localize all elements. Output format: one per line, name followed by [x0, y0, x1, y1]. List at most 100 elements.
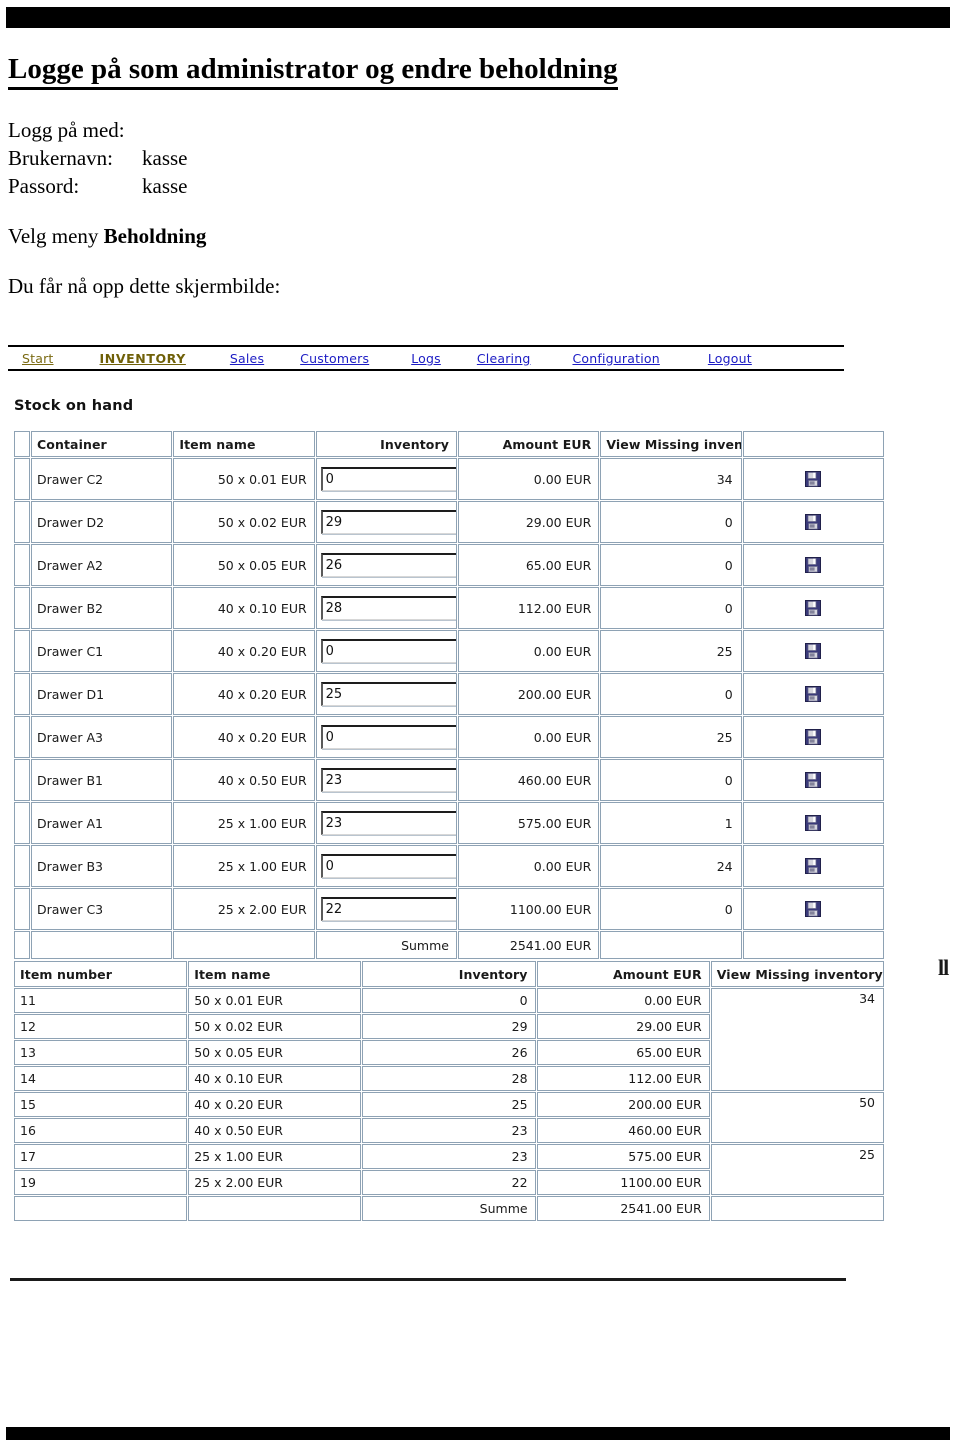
inventory-input[interactable] — [320, 682, 456, 706]
cell-item-number: 16 — [14, 1118, 188, 1143]
nav-link-clearing[interactable]: Clearing — [477, 351, 531, 366]
cell-container: Drawer D1 — [31, 673, 173, 715]
inventory-input[interactable] — [320, 854, 456, 878]
cell-inventory-input[interactable] — [315, 888, 457, 930]
cell-inventory-input[interactable] — [315, 673, 457, 715]
cell-item-name: 40 x 0.10 EUR — [173, 587, 315, 629]
cell-amount: 112.00 EUR — [536, 1066, 710, 1091]
inventory-input[interactable] — [320, 596, 456, 620]
cell-save-button[interactable] — [742, 845, 884, 887]
inventory-input[interactable] — [320, 897, 456, 921]
cell-inventory-input[interactable] — [315, 458, 457, 500]
cell-container: Drawer A3 — [31, 716, 173, 758]
cell-item-number: 13 — [14, 1040, 188, 1065]
cell-inventory-input[interactable] — [315, 630, 457, 672]
sum-amount: 2541.00 EUR — [536, 1196, 710, 1221]
summary-header-missing-inventory: View Missing inventory — [710, 961, 884, 987]
cell-item-number: 11 — [14, 988, 188, 1013]
row-lead-spacer — [14, 630, 30, 672]
cell-amount: 460.00 EUR — [536, 1118, 710, 1143]
cell-save-button[interactable] — [742, 888, 884, 930]
cell-inventory-input[interactable] — [315, 759, 457, 801]
row-lead-spacer — [14, 501, 30, 543]
inventory-input[interactable] — [320, 811, 456, 835]
cell-item-name: 40 x 0.20 EUR — [173, 716, 315, 758]
summary-table-sum-row: Summe 2541.00 EUR — [14, 1196, 884, 1221]
cell-inventory: 29 — [362, 1014, 536, 1039]
cell-item-number: 14 — [14, 1066, 188, 1091]
cell-save-button[interactable] — [742, 673, 884, 715]
row-lead-spacer — [14, 587, 30, 629]
inventory-input[interactable] — [320, 725, 456, 749]
menu-instruction-line: Velg meny Beholdning — [8, 222, 868, 250]
cell-item-name: 25 x 2.00 EUR — [188, 1170, 362, 1195]
summary-table-row: 15 40 x 0.20 EUR 25 200.00 EUR 50 — [14, 1092, 884, 1143]
sum-label: Summe — [315, 931, 457, 959]
cell-save-button[interactable] — [742, 458, 884, 500]
cell-inventory-input[interactable] — [315, 716, 457, 758]
cell-missing-inventory: 25 — [600, 630, 742, 672]
page-scan-bar-top — [6, 7, 950, 28]
page-scan-bar-bottom — [6, 1427, 950, 1440]
cell-inventory-input[interactable] — [315, 587, 457, 629]
stock-table-row: Drawer C140 x 0.20 EUR 0.00 EUR25 — [14, 630, 884, 672]
inventory-input[interactable] — [320, 639, 456, 663]
cell-inventory-input[interactable] — [315, 802, 457, 844]
cell-item-name: 25 x 1.00 EUR — [188, 1144, 362, 1169]
row-lead-spacer — [14, 544, 30, 586]
sum-blank-container — [31, 931, 173, 959]
cell-container: Drawer C1 — [31, 630, 173, 672]
cell-amount: 460.00 EUR — [457, 759, 600, 801]
nav-link-configuration[interactable]: Configuration — [572, 351, 659, 366]
stock-table-sum-row: Summe 2541.00 EUR — [14, 931, 884, 959]
cell-item-number: 19 — [14, 1170, 188, 1195]
menu-instruction-target: Beholdning — [103, 224, 207, 248]
cell-save-button[interactable] — [742, 544, 884, 586]
cell-item-name: 40 x 0.20 EUR — [173, 630, 315, 672]
nav-link-logout[interactable]: Logout — [708, 351, 752, 366]
cell-item-number: 12 — [14, 1014, 188, 1039]
cell-save-button[interactable] — [742, 802, 884, 844]
cell-inventory: 0 — [362, 988, 536, 1013]
cell-item-number: 15 — [14, 1092, 188, 1117]
cell-amount: 200.00 EUR — [457, 673, 600, 715]
summary-table-row: 17 25 x 1.00 EUR 23 575.00 EUR 25 — [14, 1144, 884, 1195]
stock-table-row: Drawer C325 x 2.00 EUR 1100.00 EUR0 — [14, 888, 884, 930]
summary-table-header-row: Item number Item name Inventory Amount E… — [14, 961, 884, 987]
inventory-input[interactable] — [320, 553, 456, 577]
cell-amount: 0.00 EUR — [457, 845, 600, 887]
cell-inventory-input[interactable] — [315, 845, 457, 887]
stock-header-spacer — [14, 431, 30, 457]
cell-item-name: 40 x 0.20 EUR — [188, 1092, 362, 1117]
cell-amount: 575.00 EUR — [457, 802, 600, 844]
cell-item-name: 50 x 0.01 EUR — [188, 988, 362, 1013]
cell-inventory-input[interactable] — [315, 544, 457, 586]
nav-link-customers[interactable]: Customers — [300, 351, 369, 366]
nav-link-inventory[interactable]: INVENTORY — [100, 351, 186, 366]
document-body: Logge på som administrator og endre beho… — [8, 52, 868, 300]
row-lead-spacer — [14, 458, 30, 500]
cell-save-button[interactable] — [742, 630, 884, 672]
cell-save-button[interactable] — [742, 759, 884, 801]
sum-amount: 2541.00 EUR — [457, 931, 600, 959]
inventory-input[interactable] — [320, 768, 456, 792]
nav-link-sales[interactable]: Sales — [230, 351, 264, 366]
cell-save-button[interactable] — [742, 501, 884, 543]
stock-header-container: Container — [31, 431, 173, 457]
cell-save-button[interactable] — [742, 587, 884, 629]
row-lead-spacer — [14, 845, 30, 887]
cell-amount: 200.00 EUR — [536, 1092, 710, 1117]
cell-missing-inventory: 34 — [710, 988, 884, 1091]
row-lead-spacer — [14, 802, 30, 844]
inventory-input[interactable] — [320, 510, 456, 534]
cell-container: Drawer B3 — [31, 845, 173, 887]
cell-missing-inventory: 50 — [710, 1092, 884, 1143]
stock-table-row: Drawer A250 x 0.05 EUR 65.00 EUR0 — [14, 544, 884, 586]
nav-link-start[interactable]: Start — [22, 351, 54, 366]
screenshot-intro-line: Du får nå opp dette skjermbilde: — [8, 274, 281, 298]
row-lead-spacer — [14, 716, 30, 758]
cell-inventory-input[interactable] — [315, 501, 457, 543]
inventory-input[interactable] — [320, 467, 456, 491]
nav-link-logs[interactable]: Logs — [411, 351, 441, 366]
cell-save-button[interactable] — [742, 716, 884, 758]
